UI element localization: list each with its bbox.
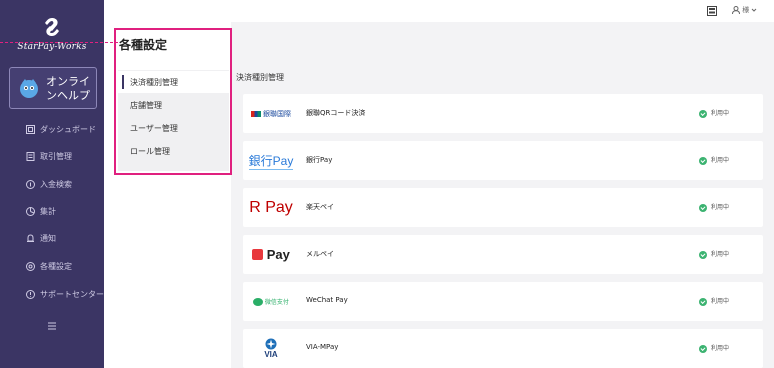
- viampay-logo: VIA: [249, 332, 293, 365]
- top-bar: [104, 0, 774, 22]
- unionpay-logo: 銀聯国際: [249, 97, 293, 130]
- help-mascot-icon: [20, 79, 38, 98]
- settings-icon: [26, 262, 35, 271]
- user-name: 様: [742, 6, 750, 14]
- sidebar: StarPay-Works オンライ ンヘルプ ダッシュボード 取引管理 入金検…: [0, 0, 104, 368]
- transaction-icon: [26, 152, 35, 161]
- rakutenpay-logo: R Pay: [249, 198, 293, 216]
- sidebar-item-deposit-search[interactable]: 入金検索: [0, 174, 104, 196]
- menu-collapse-icon[interactable]: [47, 321, 57, 331]
- payment-row[interactable]: Pay メルペイ 利用中: [243, 235, 763, 274]
- sidebar-item-aggregate[interactable]: 集計: [0, 201, 104, 223]
- sidebar-item-dashboard[interactable]: ダッシュボード: [0, 119, 104, 141]
- online-help-button[interactable]: オンライ ンヘルプ: [9, 67, 97, 109]
- sidebar-item-support[interactable]: サポートセンター: [0, 284, 104, 306]
- via-star-icon: [265, 338, 277, 350]
- bankpay-logo: 銀行Pay: [248, 153, 294, 170]
- payment-name: 銀聯QRコード決済: [306, 109, 366, 117]
- user-menu[interactable]: 様: [732, 5, 757, 17]
- document-icon[interactable]: [707, 6, 717, 16]
- status-badge: 利用中: [699, 343, 729, 353]
- user-icon: [732, 6, 740, 15]
- status-badge: 利用中: [699, 249, 729, 259]
- sidebar-item-label: ダッシュボード: [40, 125, 96, 134]
- status-badge: 利用中: [699, 296, 729, 306]
- payment-name: VIA-MPay: [306, 343, 339, 351]
- starpay-logo-icon: [45, 18, 59, 36]
- payment-name: メルペイ: [306, 250, 334, 258]
- sidebar-item-label: 取引管理: [40, 152, 72, 161]
- payment-name: 楽天ペイ: [306, 203, 334, 211]
- deposit-search-icon: [26, 180, 35, 189]
- app-root: StarPay-Works オンライ ンヘルプ ダッシュボード 取引管理 入金検…: [0, 0, 774, 368]
- annotation-highlight-frame: [114, 28, 232, 175]
- sidebar-item-notifications[interactable]: 通知: [0, 228, 104, 250]
- merpay-logo: Pay: [249, 238, 293, 271]
- bell-icon: [27, 234, 34, 242]
- check-circle-icon: [699, 297, 707, 306]
- sidebar-item-label: サポートセンター: [40, 290, 104, 299]
- check-circle-icon: [699, 203, 707, 212]
- brand-logo[interactable]: StarPay-Works: [12, 16, 92, 62]
- wechatpay-logo: 微信支付: [249, 285, 293, 318]
- dashboard-icon: [26, 125, 35, 134]
- annotation-pointer-line: [0, 42, 118, 44]
- chevron-down-icon: [752, 8, 757, 12]
- status-badge: 利用中: [699, 108, 729, 118]
- payment-row[interactable]: 銀行Pay 銀行Pay 利用中: [243, 141, 763, 180]
- check-circle-icon: [699, 250, 707, 259]
- section-title: 決済種別管理: [236, 73, 284, 82]
- sidebar-item-label: 通知: [40, 234, 56, 243]
- status-badge: 利用中: [699, 202, 729, 212]
- check-circle-icon: [699, 344, 707, 353]
- sidebar-item-label: 集計: [40, 207, 56, 216]
- online-help-label: オンライ ンヘルプ: [46, 75, 90, 102]
- payment-row[interactable]: 銀聯国際 銀聯QRコード決済 利用中: [243, 94, 763, 133]
- sidebar-item-transactions[interactable]: 取引管理: [0, 146, 104, 168]
- check-circle-icon: [699, 109, 707, 118]
- payment-row[interactable]: VIA VIA-MPay 利用中: [243, 329, 763, 368]
- support-icon: [26, 290, 35, 299]
- check-circle-icon: [699, 156, 707, 165]
- payment-name: WeChat Pay: [306, 296, 348, 304]
- payment-name: 銀行Pay: [306, 156, 333, 164]
- payment-row[interactable]: 微信支付 WeChat Pay 利用中: [243, 282, 763, 321]
- status-badge: 利用中: [699, 155, 729, 165]
- payment-row[interactable]: R Pay 楽天ペイ 利用中: [243, 188, 763, 227]
- aggregate-icon: [26, 207, 35, 216]
- sidebar-item-settings[interactable]: 各種設定: [0, 256, 104, 278]
- sidebar-item-label: 入金検索: [40, 180, 72, 189]
- sidebar-item-label: 各種設定: [40, 262, 72, 271]
